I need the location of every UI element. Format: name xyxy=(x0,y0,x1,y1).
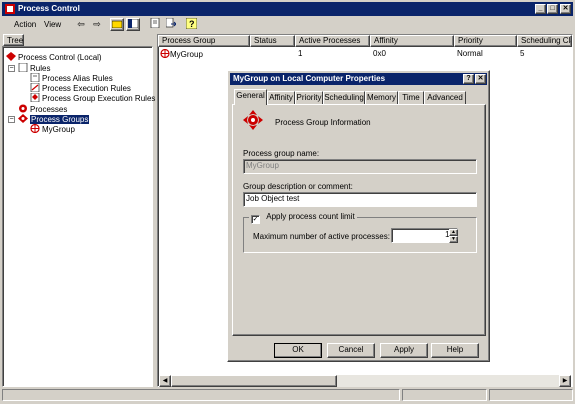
column-header-affinity[interactable]: Affinity xyxy=(370,35,454,47)
max-active-label: Maximum number of active processes: xyxy=(253,232,390,241)
cell-active: 1 xyxy=(298,49,303,58)
apply-button[interactable]: Apply xyxy=(380,343,428,358)
tab-advanced[interactable]: Advanced xyxy=(424,91,466,104)
column-header-process-group[interactable]: Process Group xyxy=(158,35,250,47)
tab-scheduling[interactable]: Scheduling xyxy=(323,91,365,104)
scroll-thumb[interactable] xyxy=(171,375,337,387)
help-button[interactable]: Help xyxy=(431,343,479,358)
tree-item-alias-rules[interactable]: Process Alias Rules xyxy=(30,73,113,83)
properties-dialog[interactable]: MyGroup on Local Computer Properties ? ✕… xyxy=(227,70,490,362)
up-folder-icon[interactable] xyxy=(110,18,124,31)
column-header-active-processes[interactable]: Active Processes xyxy=(295,35,370,47)
apply-limit-row[interactable]: ✓ Apply process count limit xyxy=(249,212,357,224)
expand-rules-toggle[interactable]: − xyxy=(8,65,15,72)
list-row-mygroup[interactable]: MyGroup xyxy=(160,48,203,60)
spin-down-arrow-icon[interactable]: ▼ xyxy=(449,236,458,243)
menu-toolbar: Action View ⇦ ⇨ ? xyxy=(2,17,573,33)
status-pane-main xyxy=(2,389,400,401)
status-bar xyxy=(2,388,573,402)
spin-up-arrow-icon[interactable]: ▲ xyxy=(449,229,458,236)
cell-sched: 5 xyxy=(520,49,525,58)
window-title-bar[interactable]: Process Control _ □ ✕ xyxy=(2,2,573,16)
description-label: Group description or comment: xyxy=(243,182,353,191)
show-tree-icon[interactable] xyxy=(126,18,140,31)
dialog-close-button[interactable]: ✕ xyxy=(475,74,486,84)
cancel-button[interactable]: Cancel xyxy=(327,343,375,358)
process-control-icon xyxy=(6,52,16,61)
svg-text:?: ? xyxy=(189,19,195,29)
tree-item-exec-rules[interactable]: Process Execution Rules xyxy=(30,83,131,93)
close-button[interactable]: ✕ xyxy=(560,4,571,14)
tree-item-group-exec-rules[interactable]: Process Group Execution Rules xyxy=(30,93,155,103)
tab-affinity[interactable]: Affinity xyxy=(267,91,295,104)
general-tab-panel: Process Group Information Process group … xyxy=(232,104,486,336)
processes-icon xyxy=(19,104,27,113)
export-list-icon[interactable] xyxy=(164,17,178,31)
status-pane-2 xyxy=(402,389,487,401)
alias-rules-icon xyxy=(30,73,40,82)
cell-group: MyGroup xyxy=(170,50,203,59)
tab-priority[interactable]: Priority xyxy=(295,91,323,104)
tree-item-mygroup[interactable]: MyGroup xyxy=(30,124,75,134)
maximize-button[interactable]: □ xyxy=(547,4,558,14)
dialog-title: MyGroup on Local Computer Properties xyxy=(233,74,386,83)
group-name-label: Process group name: xyxy=(243,149,320,158)
tree-item-processes[interactable]: Processes xyxy=(18,104,67,114)
process-control-icon xyxy=(5,4,15,14)
menu-view[interactable]: View xyxy=(44,20,61,29)
process-group-icon xyxy=(160,48,170,59)
properties-icon[interactable] xyxy=(148,17,162,31)
section-heading: Process Group Information xyxy=(275,118,371,127)
scroll-right-arrow-icon[interactable]: ▶ xyxy=(559,375,571,387)
group-exec-rules-icon xyxy=(30,93,40,102)
group-name-field: MyGroup xyxy=(243,159,477,174)
dialog-help-button[interactable]: ? xyxy=(463,74,474,84)
horizontal-scrollbar[interactable]: ◀ ▶ xyxy=(159,375,571,387)
tree-item-process-groups[interactable]: Process Groups xyxy=(18,114,90,124)
expand-process-groups-toggle[interactable]: − xyxy=(8,116,15,123)
tab-general[interactable]: General xyxy=(234,89,267,105)
rules-icon xyxy=(18,63,28,72)
tab-time[interactable]: Time xyxy=(398,91,424,104)
status-pane-3 xyxy=(489,389,573,401)
dialog-title-bar[interactable]: MyGroup on Local Computer Properties ? ✕ xyxy=(230,73,487,85)
apply-limit-checkbox[interactable]: ✓ xyxy=(251,215,260,224)
max-active-input[interactable]: 10 xyxy=(391,228,458,243)
window-title: Process Control xyxy=(18,4,80,13)
apply-limit-label: Apply process count limit xyxy=(266,212,355,221)
minimize-button[interactable]: _ xyxy=(535,4,546,14)
process-group-icon xyxy=(30,124,40,133)
tab-memory[interactable]: Memory xyxy=(365,91,398,104)
forward-icon[interactable]: ⇨ xyxy=(90,18,104,31)
column-header-scheduling-class[interactable]: Scheduling Class xyxy=(517,35,572,47)
back-icon[interactable]: ⇦ xyxy=(74,18,88,31)
process-group-large-icon xyxy=(243,110,263,130)
tree-pane[interactable]: Process Control (Local) − Rules Process … xyxy=(2,46,155,387)
column-header-status[interactable]: Status xyxy=(250,35,295,47)
scroll-left-arrow-icon[interactable]: ◀ xyxy=(159,375,171,387)
ok-button[interactable]: OK xyxy=(274,343,322,358)
cell-affinity: 0x0 xyxy=(373,49,386,58)
column-header-priority[interactable]: Priority xyxy=(454,35,517,47)
tree-item-root[interactable]: Process Control (Local) xyxy=(6,52,102,62)
process-groups-icon xyxy=(18,114,28,123)
description-input[interactable]: Job Object test xyxy=(243,192,477,207)
help-icon[interactable]: ? xyxy=(184,17,198,31)
exec-rules-icon xyxy=(30,83,40,92)
tree-item-rules[interactable]: Rules xyxy=(18,63,50,73)
menu-action[interactable]: Action xyxy=(14,20,36,29)
tree-tab[interactable]: Tree xyxy=(3,34,24,46)
cell-priority: Normal xyxy=(457,49,483,58)
